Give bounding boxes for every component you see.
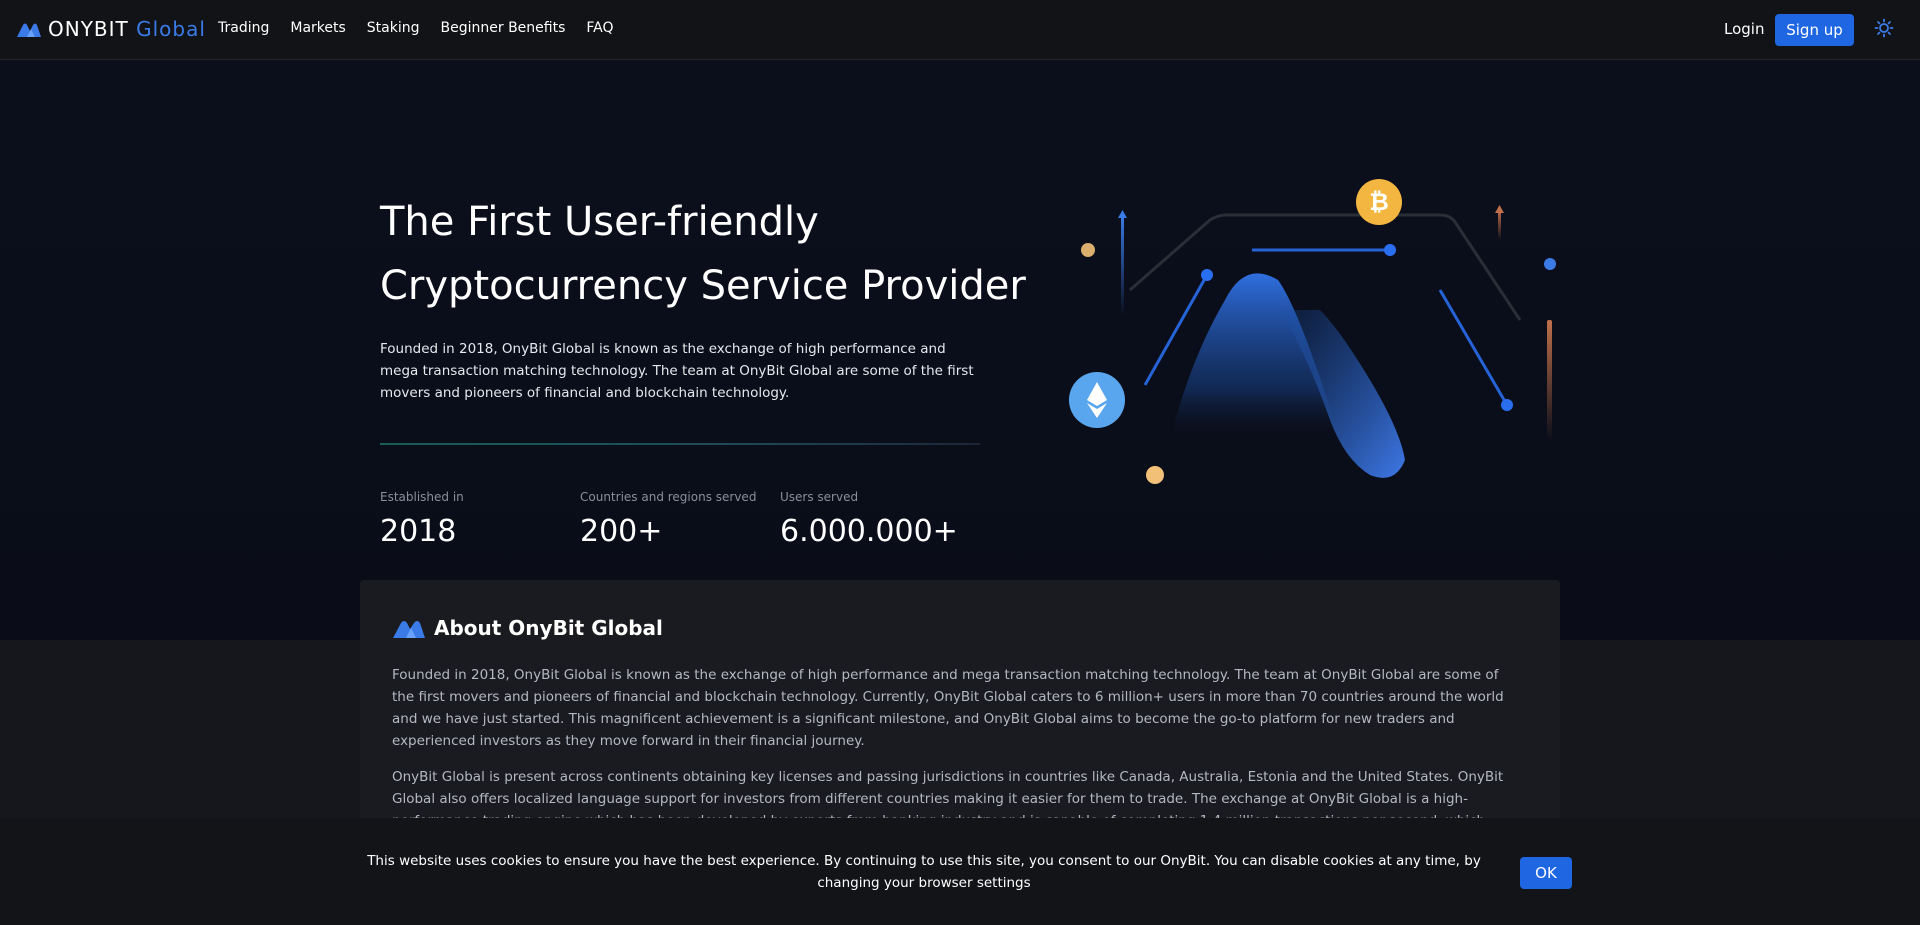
stat-value: 200+ (580, 514, 663, 549)
bitcoin-icon: ₿ (1356, 179, 1402, 225)
onybit-logo[interactable]: ONYBIT Global (16, 16, 206, 42)
stat-countries: Countries and regions served 200+ (580, 490, 756, 549)
hero-title: The First User-friendly Cryptocurrency S… (380, 190, 1026, 318)
cookie-text: This website uses cookies to ensure you … (367, 853, 1481, 891)
login-link[interactable]: Login (1724, 20, 1764, 38)
signup-button[interactable]: Sign up (1775, 14, 1854, 46)
stat-label: Countries and regions served (580, 490, 757, 504)
nav-staking[interactable]: Staking (367, 20, 420, 36)
hero-description: Founded in 2018, OnyBit Global is known … (380, 341, 974, 401)
top-navbar: ONYBIT Global Trading Markets Staking Be… (0, 0, 1920, 60)
logo-mark-icon (17, 23, 41, 37)
ethereum-icon (1069, 372, 1125, 428)
nav-faq[interactable]: FAQ (586, 20, 613, 36)
logo-word-global: Global (136, 17, 206, 41)
stat-established: Established in 2018 (380, 490, 464, 549)
nav-beginner-benefits[interactable]: Beginner Benefits (441, 20, 566, 36)
stat-value: 2018 (380, 514, 457, 549)
nav-markets[interactable]: Markets (290, 20, 345, 36)
sun-icon[interactable] (1874, 18, 1894, 38)
stat-users: Users served 6.000.000+ (780, 490, 958, 549)
stat-label: Established in (380, 490, 464, 504)
about-title: About OnyBit Global (434, 616, 663, 640)
stat-label: Users served (780, 490, 859, 504)
hero-divider (380, 443, 980, 445)
main-nav: Trading Markets Staking Beginner Benefit… (218, 20, 635, 36)
logo-word-onybit: ONYBIT (48, 17, 129, 41)
svg-text:₿: ₿ (1369, 188, 1389, 216)
cookie-ok-button[interactable]: OK (1520, 857, 1572, 889)
nav-trading[interactable]: Trading (218, 20, 269, 36)
hero-title-line1: The First User-friendly (380, 199, 819, 245)
onybit-logo-icon (393, 621, 425, 638)
stat-value: 6.000.000+ (780, 514, 958, 549)
about-paragraph: Founded in 2018, OnyBit Global is known … (392, 667, 1504, 749)
cookie-banner: This website uses cookies to ensure you … (0, 818, 1920, 925)
hero-illustration: ₿ (1069, 179, 1556, 484)
hero-title-line2: Cryptocurrency Service Provider (380, 263, 1026, 309)
